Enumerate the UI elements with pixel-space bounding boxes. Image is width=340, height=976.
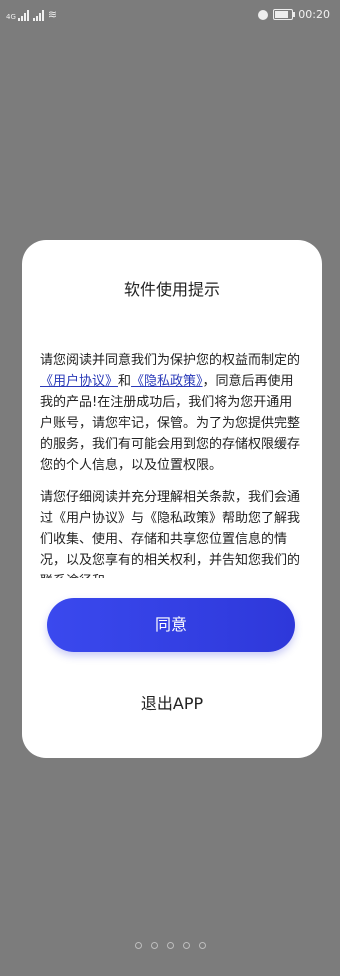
terms-text-1: 请您阅读并同意我们为保护您的权益而制定的 (40, 353, 301, 368)
battery-icon (273, 9, 296, 20)
status-bar-left: 4G ≋ (6, 8, 57, 21)
privacy-policy-link[interactable]: 《隐私政策》 (131, 374, 203, 389)
terms-paragraph-1: 请您阅读并同意我们为保护您的权益而制定的《用户协议》和《隐私政策》，同意后再使用… (40, 350, 302, 476)
exit-app-button[interactable]: 退出APP (22, 690, 322, 714)
signal-icon (17, 10, 29, 21)
wifi-icon: ≋ (47, 8, 58, 21)
agree-button[interactable]: 同意 (47, 598, 295, 652)
dialog-body[interactable]: 请您阅读并同意我们为保护您的权益而制定的《用户协议》和《隐私政策》，同意后再使用… (40, 350, 302, 578)
network-type-label: 4G (6, 13, 16, 21)
battery-fill (275, 11, 289, 18)
page-dot (198, 942, 206, 949)
page-indicator (0, 942, 340, 949)
dialog-title: 软件使用提示 (123, 280, 220, 299)
status-bar: 4G ≋ 00:20 (0, 0, 340, 32)
usage-tips-dialog: 软件使用提示 请您阅读并同意我们为保护您的权益而制定的《用户协议》和《隐私政策》… (22, 240, 322, 758)
alarm-icon (258, 9, 269, 20)
signal-icon-2 (32, 10, 44, 21)
page-dot (166, 942, 174, 949)
terms-text-2: 和 (118, 374, 132, 389)
status-time: 00:20 (298, 8, 330, 21)
page-dot (150, 942, 158, 949)
page-dot (182, 942, 190, 949)
terms-paragraph-2: 请您仔细阅读并充分理解相关条款，我们会通过《用户协议》与《隐私政策》帮助您了解我… (40, 490, 301, 578)
page-dot (134, 942, 142, 949)
status-bar-right: 00:20 (258, 8, 330, 21)
user-agreement-link[interactable]: 《用户协议》 (40, 374, 118, 389)
